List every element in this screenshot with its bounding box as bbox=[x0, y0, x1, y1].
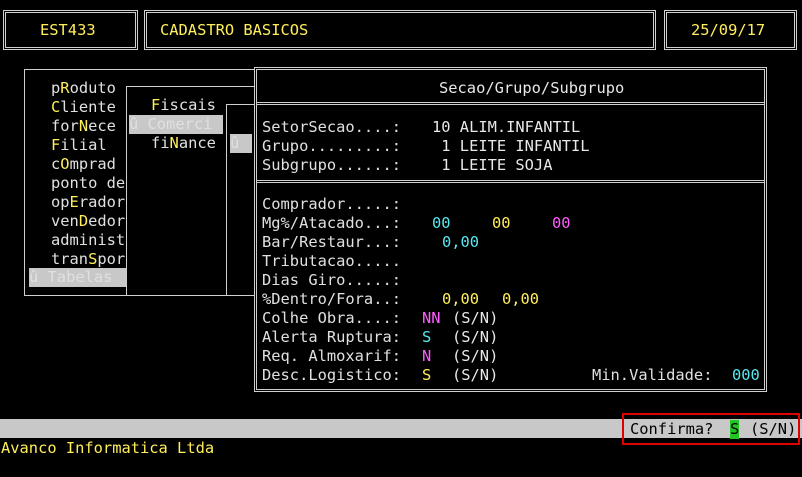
req-almoxarif-value[interactable]: N bbox=[422, 347, 431, 366]
form-title-divider bbox=[257, 102, 764, 105]
desc-logistico-value[interactable]: S bbox=[422, 366, 431, 385]
program-code: EST433 bbox=[40, 21, 96, 39]
form-title: Secao/Grupo/Subgrupo bbox=[439, 79, 625, 97]
confirm-label: Confirma? bbox=[630, 420, 714, 438]
colhe-obra-label: Colhe Obra....: bbox=[262, 309, 401, 327]
subgrupo-value[interactable]: 1 LEITE SOJA bbox=[432, 156, 552, 175]
menu-item-fornecedor[interactable]: forNece bbox=[51, 117, 116, 136]
date-box: 25/09/17 bbox=[664, 10, 797, 50]
min-validade-label: Min.Validade: bbox=[592, 366, 713, 384]
comprador-label: Comprador.....: bbox=[262, 195, 401, 213]
confirm-input[interactable]: S bbox=[730, 420, 740, 439]
setor-label: SetorSecao....: bbox=[262, 118, 401, 136]
submenu-item-fiscais[interactable]: Fiscais bbox=[151, 96, 216, 115]
menu-item-comprador[interactable]: cOmprad bbox=[51, 155, 116, 174]
menu-item-filial[interactable]: Filial bbox=[51, 136, 107, 155]
mg-atacado-label: Mg%/Atacado...: bbox=[262, 214, 401, 232]
screen-title: CADASTRO BASICOS bbox=[160, 21, 309, 39]
dentro-fora-value-1[interactable]: 0,00 bbox=[442, 290, 479, 309]
tributacao-label: Tributacao..... bbox=[262, 252, 401, 270]
desc-logistico-hint: (S/N) bbox=[452, 366, 499, 384]
grupo-label: Grupo.........: bbox=[262, 137, 401, 155]
date: 25/09/17 bbox=[691, 21, 766, 39]
mg-atacado-value-1[interactable]: 00 bbox=[432, 214, 451, 233]
req-almoxarif-hint: (S/N) bbox=[452, 347, 499, 365]
submenu2-item-selected[interactable]: û bbox=[230, 134, 252, 153]
mg-atacado-value-3[interactable]: 00 bbox=[552, 214, 571, 233]
setor-value[interactable]: 10 ALIM.INFANTIL bbox=[432, 118, 580, 137]
submenu-item-comercial-selected[interactable]: û Comerci bbox=[129, 115, 223, 134]
confirm-hint: (S/N) bbox=[750, 420, 797, 438]
program-code-box: EST433 bbox=[3, 10, 138, 50]
confirm-prompt: Confirma? S (S/N) bbox=[622, 413, 800, 445]
desc-logistico-label: Desc.Logistico: bbox=[262, 366, 401, 384]
bar-restaur-label: Bar/Restaur...: bbox=[262, 233, 401, 251]
req-almoxarif-label: Req. Almoxarif: bbox=[262, 347, 401, 365]
dentro-fora-label: %Dentro/Fora..: bbox=[262, 290, 401, 308]
colhe-obra-value[interactable]: NN bbox=[422, 309, 441, 328]
dias-giro-label: Dias Giro.....: bbox=[262, 271, 401, 289]
company-name: Avanco Informatica Ltda bbox=[1, 439, 215, 457]
menu-item-produto[interactable]: pRoduto bbox=[51, 79, 116, 98]
colhe-obra-hint: (S/N) bbox=[452, 309, 499, 327]
dentro-fora-value-2[interactable]: 0,00 bbox=[502, 290, 539, 309]
min-validade-value[interactable]: 000 bbox=[732, 366, 760, 385]
menu-item-cliente[interactable]: Cliente bbox=[51, 98, 116, 117]
screen-title-box: CADASTRO BASICOS bbox=[144, 10, 656, 50]
alerta-ruptura-hint: (S/N) bbox=[452, 328, 499, 346]
mg-atacado-value-2[interactable]: 00 bbox=[492, 214, 511, 233]
alerta-ruptura-label: Alerta Ruptura: bbox=[262, 328, 401, 346]
form-window: Secao/Grupo/Subgrupo SetorSecao....: 10 … bbox=[254, 67, 767, 392]
form-section-divider bbox=[257, 180, 764, 183]
bar-restaur-value[interactable]: 0,00 bbox=[442, 233, 479, 252]
sub-menu-2: û bbox=[226, 104, 256, 296]
submenu-item-finance[interactable]: fiNance bbox=[151, 134, 216, 153]
alerta-ruptura-value[interactable]: S bbox=[422, 328, 431, 347]
subgrupo-label: Subgrupo......: bbox=[262, 156, 401, 174]
grupo-value[interactable]: 1 LEITE INFANTIL bbox=[432, 137, 589, 156]
